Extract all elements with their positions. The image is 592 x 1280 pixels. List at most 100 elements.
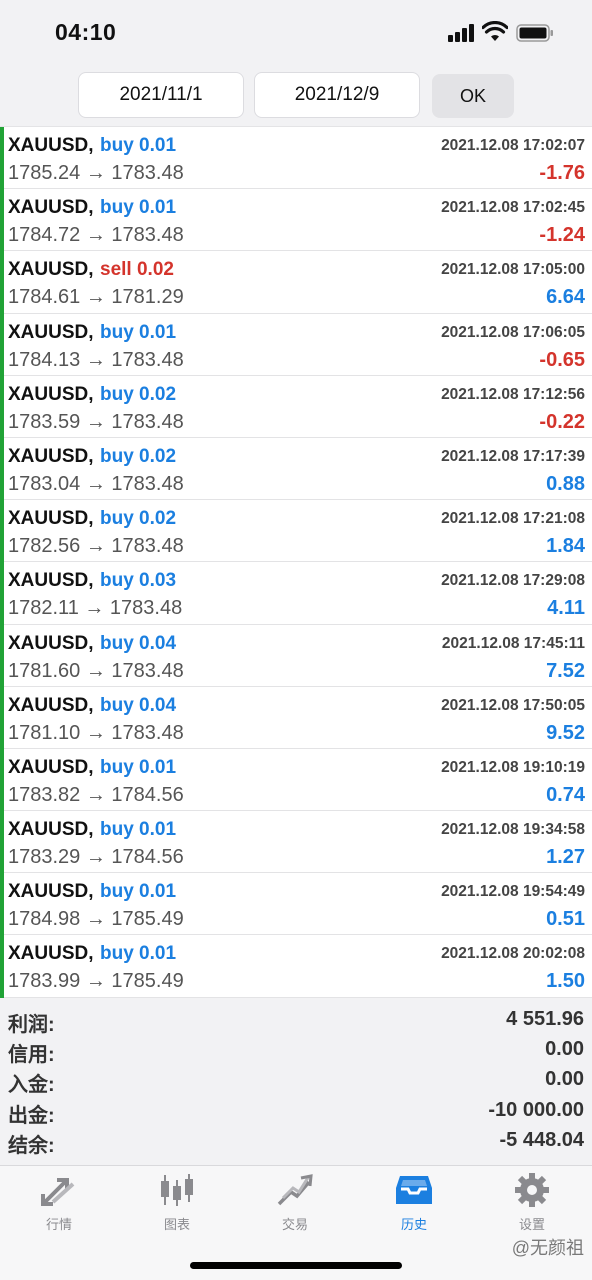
deal-type: buy 0.04 xyxy=(100,632,177,654)
deal-type: buy 0.01 xyxy=(100,135,177,156)
tab-trade-label: 交易 xyxy=(281,1217,308,1232)
ok-button[interactable]: OK xyxy=(432,74,514,118)
deal-prices: 1783.82 → 1784.56 xyxy=(8,783,184,806)
deal-symbol: XAUUSD, xyxy=(8,197,94,219)
deal-time: 2021.12.08 17:45:11 xyxy=(441,634,585,652)
tab-settings-label: 设置 xyxy=(518,1217,545,1232)
from-date-field[interactable]: 2021/11/1 xyxy=(78,72,244,118)
deal-row[interactable]: XAUUSD, buy 0.01 1785.24 → 1783.48 2021.12.… xyxy=(0,127,592,190)
battery-icon xyxy=(516,24,553,42)
deal-profit: 7.52 xyxy=(546,659,585,682)
deal-time: 2021.12.08 19:54:49 xyxy=(441,883,585,901)
settings-gear-icon xyxy=(515,1173,549,1207)
wifi-icon xyxy=(482,21,508,41)
deal-row[interactable]: XAUUSD, buy 0.01 1784.72 → 1783.48 2021.12.… xyxy=(0,189,592,252)
deal-time: 2021.12.08 17:50:05 xyxy=(441,696,585,714)
tab-trade[interactable]: 交易 xyxy=(236,1172,354,1236)
deal-profit: 6.64 xyxy=(546,286,585,309)
deal-row[interactable]: XAUUSD, sell 0.02 1784.61 → 1781.29 2021.12… xyxy=(0,251,592,314)
deal-prices: 1784.72 → 1783.48 xyxy=(8,224,184,247)
summary-row: 利润: 4 551.96 xyxy=(0,1005,592,1036)
deal-profit: 1.50 xyxy=(546,970,585,993)
summary-label: 出金: xyxy=(8,1104,55,1127)
deal-row[interactable]: XAUUSD, buy 0.01 1784.98 → 1785.49 2021.12.… xyxy=(0,873,592,936)
tab-history[interactable]: 历史 xyxy=(355,1172,473,1236)
deal-profit: -0.65 xyxy=(539,348,585,371)
deal-row[interactable]: XAUUSD, buy 0.01 1783.99 → 1785.49 2021.12.… xyxy=(0,935,592,998)
tab-quotes[interactable]: 行情 xyxy=(0,1172,118,1236)
deal-prices: 1782.11 → 1783.48 xyxy=(8,597,183,620)
deal-time: 2021.12.08 17:06:05 xyxy=(441,323,585,341)
deal-row[interactable]: XAUUSD, buy 0.04 1781.10 → 1783.48 2021.12.… xyxy=(0,686,592,750)
deal-profit: 4.11 xyxy=(547,597,585,620)
deal-type: buy 0.04 xyxy=(100,694,177,716)
deal-symbol: XAUUSD, xyxy=(8,445,94,467)
deal-prices: 1783.29 → 1784.56 xyxy=(8,846,184,869)
account-summary: 利润: 4 551.96 信用: 0.00 入金: 0.00 出金: -10 000.00 结余… xyxy=(0,1005,592,1157)
tab-charts[interactable]: 图表 xyxy=(118,1172,236,1236)
deal-profit: 9.52 xyxy=(546,721,585,744)
deal-row[interactable]: XAUUSD, buy 0.01 1783.82 → 1784.56 2021.12.… xyxy=(0,748,592,812)
deal-symbol: XAUUSD, xyxy=(8,570,94,592)
deal-row[interactable]: XAUUSD, buy 0.04 1781.60 → 1783.48 2021.12.… xyxy=(0,624,592,687)
deal-time: 2021.12.08 19:10:19 xyxy=(441,758,585,776)
deal-row[interactable]: XAUUSD, buy 0.03 1782.11 → 1783.48 2021.12.… xyxy=(0,562,592,625)
deal-profit: 1.84 xyxy=(546,535,585,558)
deal-symbol: XAUUSD, xyxy=(8,508,94,530)
deal-prices: 1784.61 → 1781.29 xyxy=(8,286,184,309)
deal-symbol: XAUUSD, xyxy=(8,321,94,343)
quotes-arrows-icon xyxy=(41,1178,75,1206)
deal-prices: 1781.10 → 1783.48 xyxy=(8,721,184,744)
deal-row[interactable]: XAUUSD, buy 0.02 1783.59 → 1783.48 2021.12.… xyxy=(0,375,592,439)
deal-prices: 1785.24 → 1783.48 xyxy=(8,162,184,184)
deal-profit: -0.22 xyxy=(539,410,585,433)
home-indicator xyxy=(190,1262,402,1269)
deal-type: buy 0.01 xyxy=(100,943,177,965)
deal-symbol: XAUUSD, xyxy=(8,819,94,841)
deal-type: buy 0.03 xyxy=(100,570,177,592)
deal-prices: 1781.60 → 1783.48 xyxy=(8,659,184,682)
deal-symbol: XAUUSD, xyxy=(8,383,94,405)
deal-row[interactable]: XAUUSD, buy 0.02 1782.56 → 1783.48 2021.12.… xyxy=(0,500,592,563)
deal-profit: -1.24 xyxy=(539,224,585,247)
status-time: 04:10 xyxy=(55,19,117,45)
deal-type: buy 0.01 xyxy=(100,819,177,841)
tab-quotes-label: 行情 xyxy=(45,1217,72,1232)
deal-prices: 1784.13 → 1783.48 xyxy=(8,348,184,371)
deal-prices: 1783.04 → 1783.48 xyxy=(8,472,184,495)
summary-row: 入金: 0.00 xyxy=(0,1065,592,1096)
summary-value: 4 551.96 xyxy=(506,1008,584,1030)
deal-type: buy 0.02 xyxy=(100,383,177,405)
deal-time: 2021.12.08 20:02:08 xyxy=(441,945,585,963)
status-bar: 04:10 xyxy=(0,0,592,62)
deal-type: buy 0.02 xyxy=(100,445,177,467)
deal-time: 2021.12.08 17:29:08 xyxy=(441,572,585,590)
deal-profit: 1.27 xyxy=(546,846,585,869)
deal-prices: 1784.98 → 1785.49 xyxy=(8,908,184,931)
summary-label: 信用: xyxy=(8,1044,55,1067)
tab-settings[interactable]: 设置 xyxy=(473,1172,591,1236)
tab-charts-label: 图表 xyxy=(163,1217,190,1232)
deal-time: 2021.12.08 17:05:00 xyxy=(441,261,585,279)
deal-row[interactable]: XAUUSD, buy 0.01 1783.29 → 1784.56 2021.12.… xyxy=(0,811,592,874)
summary-label: 结余: xyxy=(8,1134,55,1157)
date-filter: 2021/11/1 2021/12/9 OK xyxy=(0,72,592,120)
cellular-signal-icon xyxy=(448,24,476,42)
to-date-field[interactable]: 2021/12/9 xyxy=(254,72,420,118)
deal-symbol: XAUUSD, xyxy=(8,943,94,965)
deal-time: 2021.12.08 19:34:58 xyxy=(441,821,585,839)
deal-prices: 1782.56 → 1783.48 xyxy=(8,535,184,558)
deal-row[interactable]: XAUUSD, buy 0.01 1784.13 → 1783.48 2021.12.… xyxy=(0,313,592,376)
deal-symbol: XAUUSD, xyxy=(8,632,94,654)
summary-value: -5 448.04 xyxy=(499,1128,584,1151)
deal-symbol: XAUUSD, xyxy=(8,259,94,281)
deal-profit: -1.76 xyxy=(539,162,585,184)
history-inbox-icon xyxy=(396,1176,432,1204)
trade-trend-icon xyxy=(277,1174,313,1206)
candlestick-chart-icon xyxy=(161,1174,193,1206)
summary-row: 结余: -5 448.04 xyxy=(0,1126,592,1157)
deal-profit: 0.74 xyxy=(546,783,585,806)
deal-time: 2021.12.08 17:02:07 xyxy=(441,137,585,154)
deal-row[interactable]: XAUUSD, buy 0.02 1783.04 → 1783.48 2021.12.… xyxy=(0,437,592,501)
deal-symbol: XAUUSD, xyxy=(8,135,94,156)
